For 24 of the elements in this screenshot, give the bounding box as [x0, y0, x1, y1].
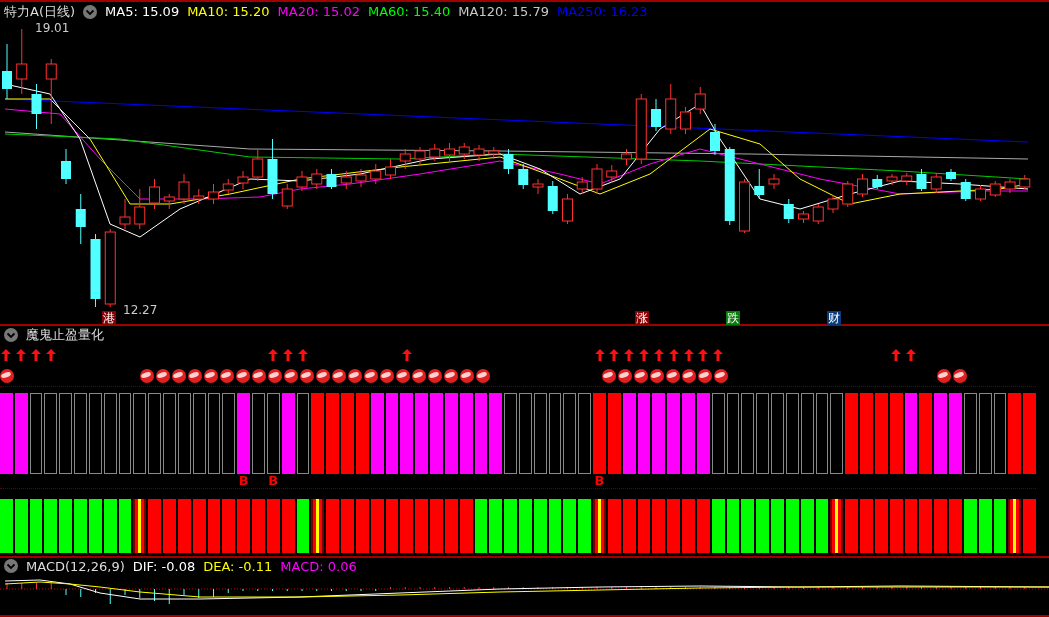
price-label: 19.01: [35, 21, 70, 36]
dropdown-icon[interactable]: [83, 4, 98, 19]
event-tag[interactable]: 财: [827, 311, 841, 326]
event-tag[interactable]: 港: [102, 311, 116, 326]
ma-value: MA60: 15.40: [367, 4, 451, 20]
macd-value: DEA: -0.11: [203, 558, 273, 574]
chart-title: 特力A(日线): [4, 2, 76, 21]
ma-value: MA10: 15.20: [187, 4, 270, 20]
macd-value: MACD: 0.06: [280, 558, 357, 574]
event-tag[interactable]: 涨: [635, 311, 649, 326]
indicator-title: 魔鬼止盈量化: [26, 326, 104, 345]
dropdown-icon[interactable]: [4, 328, 18, 343]
signal-label: B: [238, 474, 249, 488]
event-tag[interactable]: 跌: [726, 311, 740, 326]
macd-title: MACD(12,26,9): [26, 558, 125, 574]
ma-value: MA5: 15.09: [105, 4, 180, 20]
dropdown-icon[interactable]: [4, 559, 18, 574]
signal-label: B: [268, 474, 279, 488]
ma-value: MA120: 15.79: [458, 4, 549, 20]
signal-label: B: [594, 474, 605, 488]
price-label: 12.27: [123, 303, 158, 318]
macd-value: DIF: -0.08: [132, 558, 196, 574]
ma-value: MA20: 15.02: [277, 4, 360, 20]
ma-value: MA250: 16.23: [557, 4, 648, 20]
